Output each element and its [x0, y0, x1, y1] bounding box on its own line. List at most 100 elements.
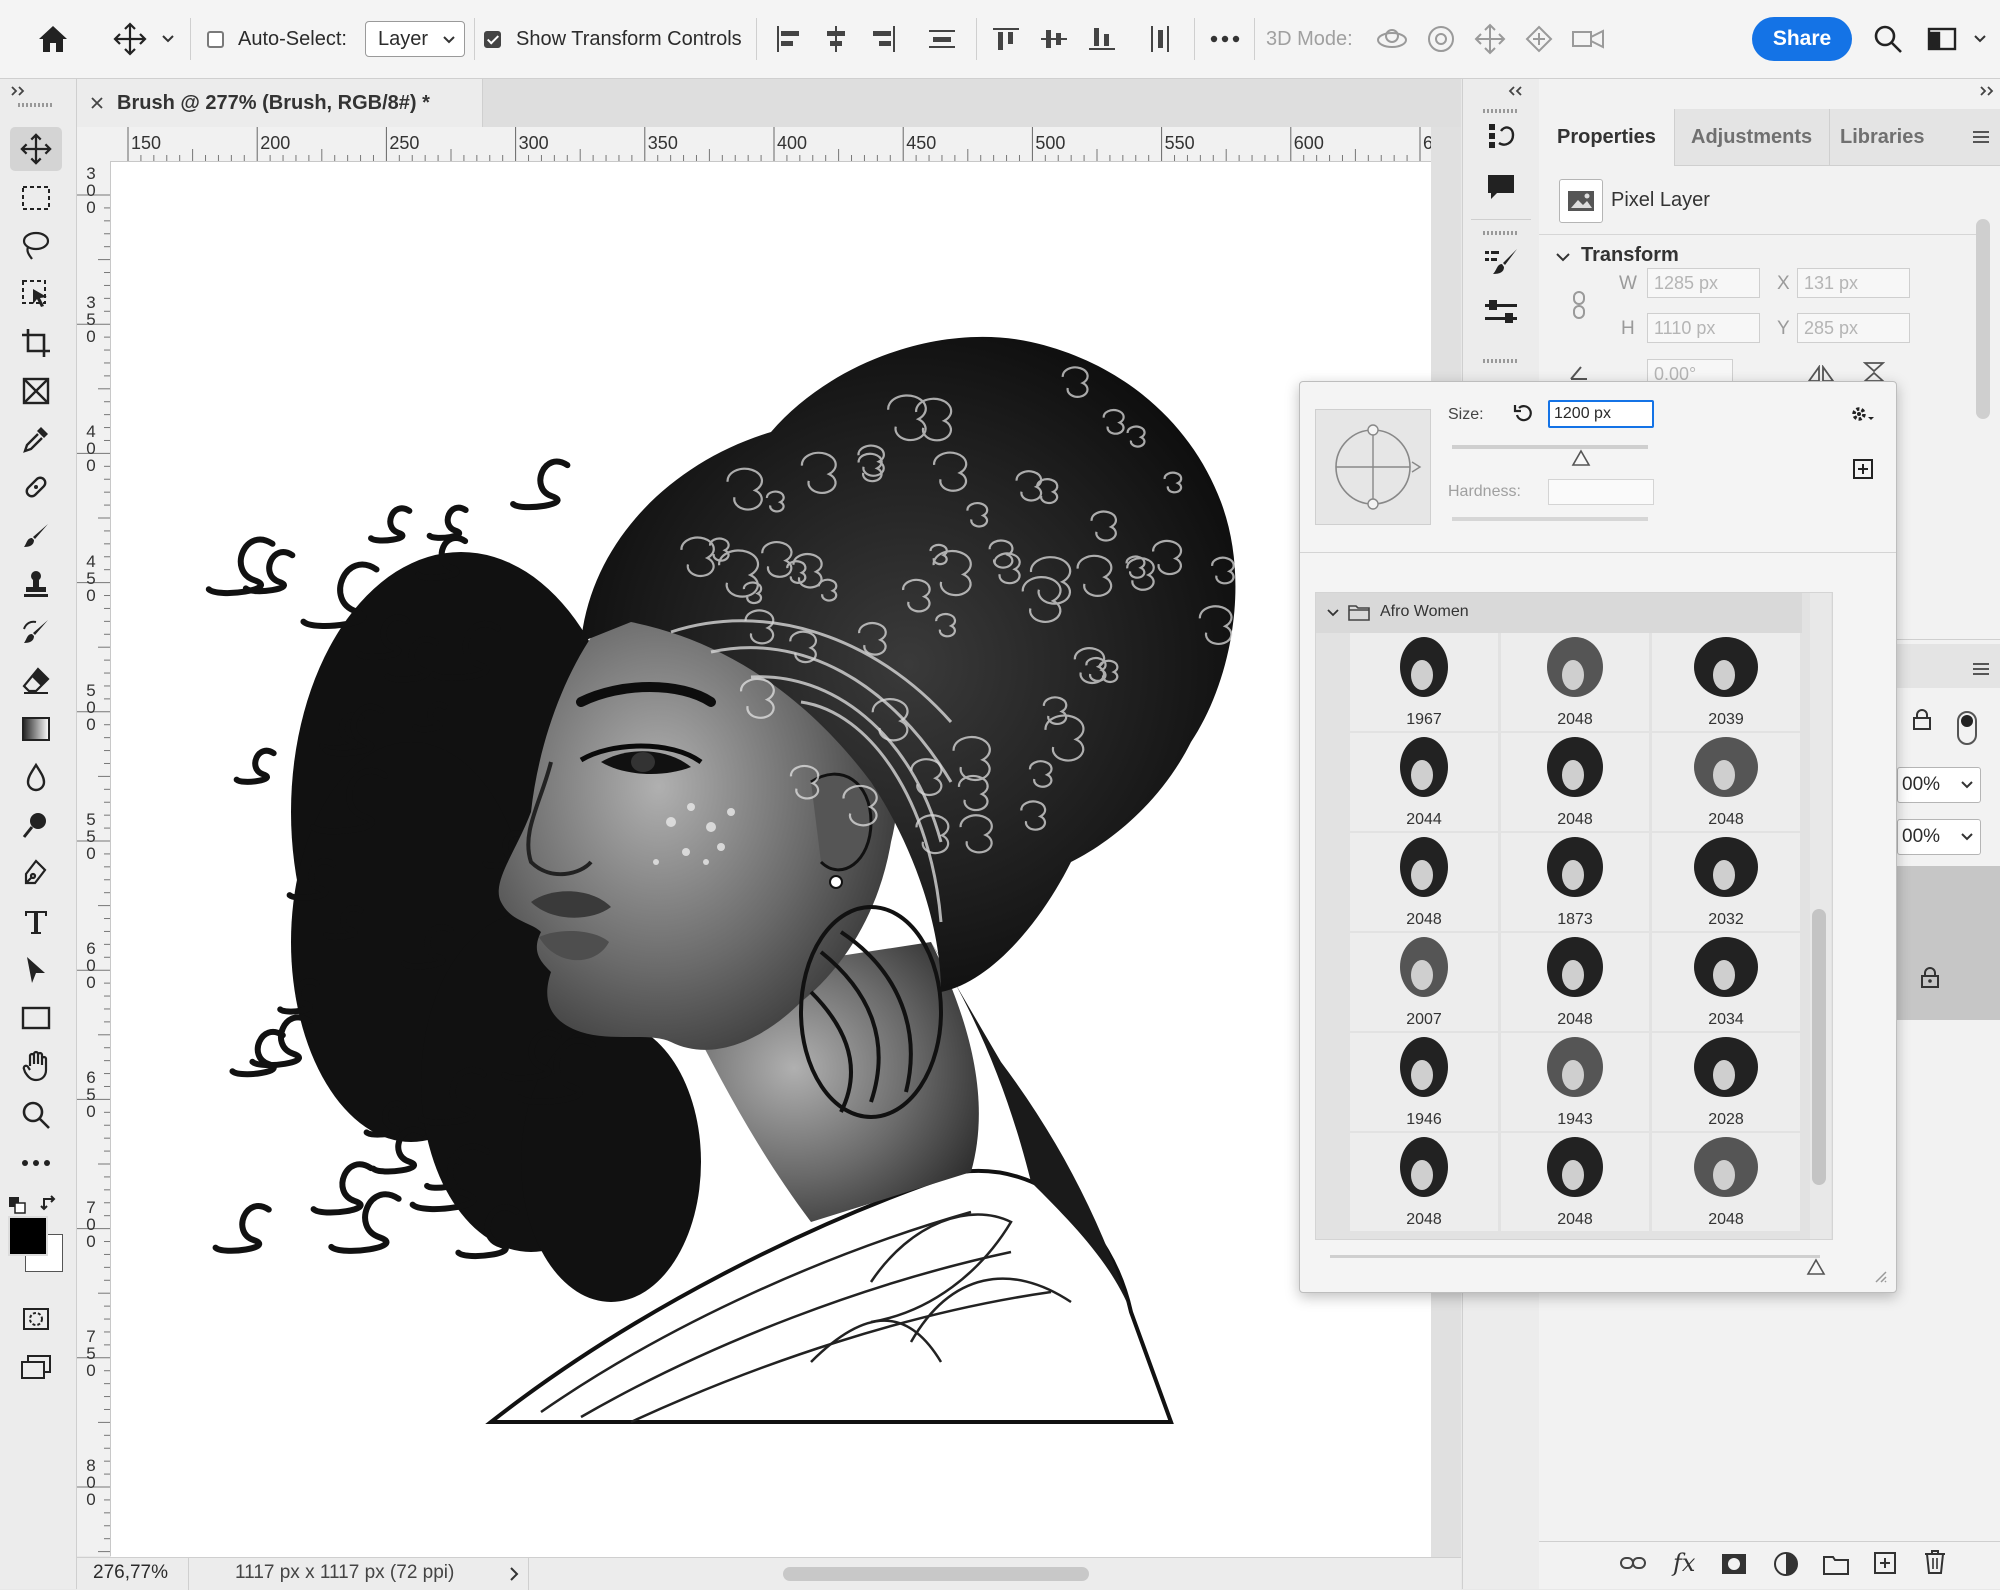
brush-tool[interactable] [10, 514, 62, 558]
brush-preset-thumbnail[interactable]: 1943 [1501, 1033, 1649, 1131]
reset-size-icon[interactable] [1512, 402, 1534, 424]
panel-menu-icon[interactable] [1971, 129, 1991, 145]
status-chevron-right-icon[interactable] [509, 1566, 519, 1582]
eraser-tool[interactable] [10, 658, 62, 702]
hardness-slider-track[interactable] [1452, 517, 1648, 521]
horizontal-scrollbar-thumb[interactable] [783, 1567, 1089, 1581]
align-top-icon[interactable] [988, 0, 1024, 78]
new-preset-icon[interactable] [1852, 458, 1874, 480]
preview-size-slider-track[interactable] [1330, 1255, 1820, 1258]
share-button[interactable]: Share [1752, 17, 1852, 61]
opacity-field[interactable]: 00% [1897, 767, 1981, 803]
marquee-tool[interactable] [10, 176, 62, 220]
brush-preset-thumbnail[interactable]: 2048 [1501, 733, 1649, 831]
size-slider-thumb[interactable] [1571, 449, 1591, 467]
healing-brush-tool[interactable] [10, 465, 62, 509]
3d-roll-icon[interactable] [1421, 0, 1461, 78]
distribute-horizontal-icon[interactable] [1142, 0, 1178, 78]
brush-preset-thumbnail[interactable]: 2034 [1652, 933, 1800, 1031]
swap-colors-icon[interactable] [40, 1193, 60, 1213]
layers-panel-menu-icon[interactable] [1971, 661, 1991, 677]
y-field[interactable]: 285 px [1797, 313, 1910, 343]
align-right-icon[interactable] [866, 0, 902, 78]
clone-stamp-tool[interactable] [10, 562, 62, 606]
brush-preset-thumbnail[interactable]: 2039 [1652, 633, 1800, 731]
link-icon[interactable] [1569, 289, 1589, 321]
vertical-ruler[interactable]: 300 350 400 450 500 550 600 650 700 750 800 [77, 161, 111, 1556]
horizontal-ruler[interactable]: 150 200 250 300 350 400 450 500 550 600 6 [77, 127, 1431, 162]
workspace-icon[interactable] [1922, 0, 1962, 78]
preset-folder-row[interactable]: Afro Women [1316, 593, 1802, 633]
history-panel-icon[interactable] [1485, 121, 1517, 153]
adjustments-panel-icon[interactable] [1483, 297, 1519, 329]
brush-preset-thumbnail[interactable]: 2028 [1652, 1033, 1800, 1131]
move-tool-icon[interactable] [108, 0, 152, 78]
layer-row-selected[interactable] [1896, 866, 2000, 1020]
brush-preset-thumbnail[interactable]: 1967 [1350, 633, 1498, 731]
size-input[interactable]: 1200 px [1548, 400, 1654, 428]
foreground-color-swatch[interactable] [8, 1216, 48, 1256]
hand-tool[interactable] [10, 1044, 62, 1088]
comments-panel-icon[interactable] [1485, 171, 1517, 203]
align-horizontal-center-icon[interactable] [818, 0, 854, 78]
tab-libraries[interactable]: Libraries [1840, 109, 1924, 165]
history-brush-tool[interactable] [10, 610, 62, 654]
zoom-level[interactable]: 276,77% [93, 1562, 168, 1584]
tab-properties[interactable]: Properties [1557, 109, 1656, 165]
hardness-input[interactable] [1548, 479, 1654, 505]
toggle-switch[interactable] [1957, 711, 1977, 745]
collapse-toolbar-icon[interactable] [10, 85, 26, 97]
quick-mask-button[interactable] [10, 1297, 62, 1341]
brush-preset-thumbnail[interactable]: 2048 [1652, 733, 1800, 831]
align-left-icon[interactable] [770, 0, 806, 78]
new-layer-icon[interactable] [1873, 1551, 1897, 1575]
pen-tool[interactable] [10, 851, 62, 895]
brush-preset-thumbnail[interactable]: 2007 [1350, 933, 1498, 1031]
brush-preset-thumbnail[interactable]: 2048 [1350, 1133, 1498, 1231]
edit-toolbar[interactable] [10, 1141, 62, 1185]
gradient-tool[interactable] [10, 707, 62, 751]
align-vertical-center-icon[interactable] [1036, 0, 1072, 78]
brush-preset-thumbnail[interactable]: 1946 [1350, 1033, 1498, 1131]
zoom-tool[interactable] [10, 1093, 62, 1137]
x-field[interactable]: 131 px [1797, 268, 1910, 298]
flip-vertical-icon[interactable] [1863, 361, 1885, 383]
rectangle-tool[interactable] [10, 996, 62, 1040]
blur-tool[interactable] [10, 755, 62, 799]
preset-scrollbar-thumb[interactable] [1812, 909, 1826, 1185]
brush-preset-thumbnail[interactable]: 2048 [1350, 833, 1498, 931]
brush-preset-thumbnail[interactable]: 2048 [1501, 1133, 1649, 1231]
brush-preset-thumbnail[interactable]: 1873 [1501, 833, 1649, 931]
fill-field[interactable]: 00% [1897, 819, 1981, 855]
height-field[interactable]: 1110 px [1647, 313, 1760, 343]
layer-effects-icon[interactable]: fx [1673, 1549, 1695, 1577]
collapse-panels-icon[interactable] [1979, 85, 1995, 97]
lock-pixels-icon[interactable] [1911, 709, 1933, 731]
move-tool[interactable] [10, 127, 62, 171]
crop-tool[interactable] [10, 321, 62, 365]
brush-tip-preview[interactable] [1315, 409, 1431, 525]
tab-adjustments[interactable]: Adjustments [1691, 109, 1812, 165]
screen-mode-button[interactable] [10, 1346, 62, 1390]
eyedropper-tool[interactable] [10, 417, 62, 461]
width-field[interactable]: 1285 px [1647, 268, 1760, 298]
frame-tool[interactable] [10, 369, 62, 413]
more-options-icon[interactable] [1204, 0, 1246, 78]
align-bottom-icon[interactable] [1084, 0, 1120, 78]
chevron-down-icon[interactable] [156, 0, 180, 78]
default-colors-icon[interactable] [8, 1196, 28, 1214]
3d-slide-icon[interactable] [1519, 0, 1559, 78]
distribute-vertical-icon[interactable] [924, 0, 960, 78]
document-tab[interactable]: Brush @ 277% (Brush, RGB/8#) * [77, 79, 483, 127]
object-selection-tool[interactable] [10, 272, 62, 316]
brush-preset-thumbnail[interactable]: 2032 [1652, 833, 1800, 931]
show-transform-checkbox[interactable] [481, 0, 503, 78]
dodge-tool[interactable] [10, 803, 62, 847]
properties-scrollbar[interactable] [1976, 219, 1990, 419]
brush-preset-thumbnail[interactable]: 2044 [1350, 733, 1498, 831]
preview-size-slider-thumb[interactable] [1806, 1258, 1826, 1276]
layer-select[interactable]: Layer [365, 21, 465, 57]
transform-section-title[interactable]: Transform [1581, 244, 1679, 267]
type-tool[interactable] [10, 900, 62, 944]
search-icon[interactable] [1868, 0, 1908, 78]
